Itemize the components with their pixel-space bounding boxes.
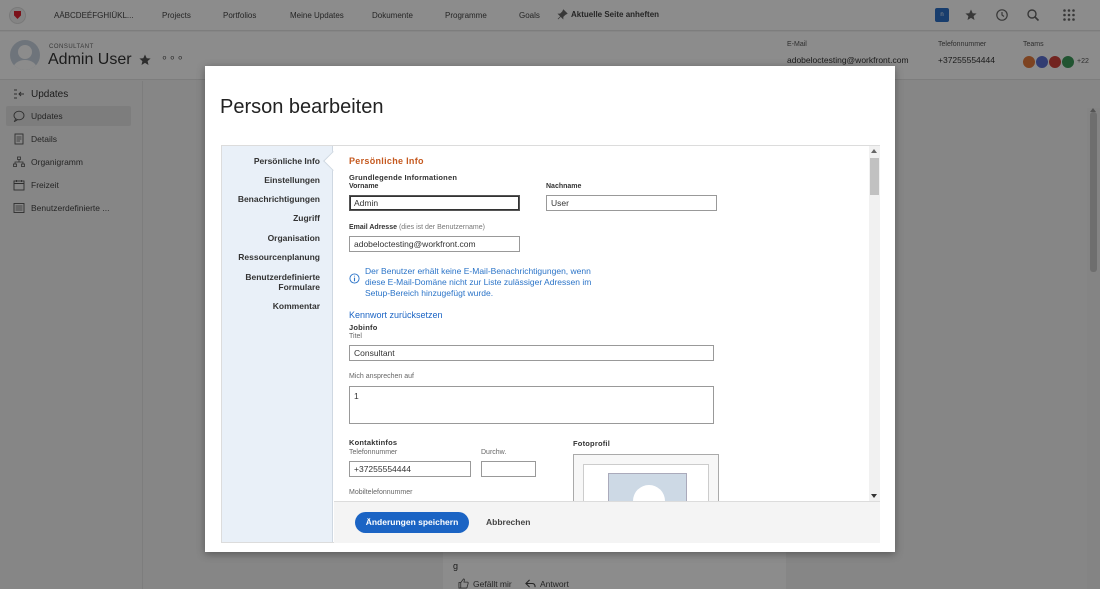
edit-person-dialog: Person bearbeiten Persönliche Info Einst… bbox=[205, 66, 895, 552]
form-scrollbar-thumb[interactable] bbox=[870, 158, 879, 195]
personal-info-form: Persönliche Info Grundlegende Informatio… bbox=[334, 146, 869, 501]
notice-line-2: diese E-Mail-Domäne nicht zur Liste zulä… bbox=[365, 277, 592, 287]
tab-access[interactable]: Zugriff bbox=[293, 213, 320, 223]
photo-label: Fotoprofil bbox=[573, 439, 610, 448]
email-label-text: Email Adresse bbox=[349, 224, 397, 231]
basic-info-heading: Grundlegende Informationen bbox=[349, 173, 458, 182]
email-domain-notice: Der Benutzer erhält keine E-Mail-Benachr… bbox=[349, 266, 591, 299]
tab-custom-forms[interactable]: Benutzerdefinierte Formulare bbox=[230, 272, 320, 292]
first-name-field[interactable] bbox=[349, 195, 520, 211]
tab-personal-info[interactable]: Persönliche Info bbox=[254, 156, 320, 166]
email-field[interactable] bbox=[349, 236, 520, 252]
extension-field[interactable] bbox=[481, 461, 536, 477]
avatar-placeholder-icon bbox=[608, 473, 687, 501]
phone-label: Telefonnummer bbox=[349, 449, 398, 456]
section-title: Persönliche Info bbox=[349, 156, 424, 166]
tab-organization[interactable]: Organisation bbox=[268, 233, 320, 243]
tab-comment[interactable]: Kommentar bbox=[273, 301, 320, 311]
mobile-label: Mobiltelefonnummer bbox=[349, 489, 413, 496]
jobinfo-heading: Jobinfo bbox=[349, 323, 378, 332]
dialog-footer: Änderungen speichern Abbrechen bbox=[334, 501, 880, 543]
cancel-button[interactable]: Abbrechen bbox=[486, 517, 530, 527]
photo-upload-area[interactable] bbox=[573, 454, 719, 501]
contact-heading: Kontaktinfos bbox=[349, 438, 398, 447]
first-name-label: Vorname bbox=[349, 183, 379, 190]
last-name-label: Nachname bbox=[546, 183, 582, 190]
tab-settings[interactable]: Einstellungen bbox=[264, 175, 320, 185]
notice-line-1: Der Benutzer erhält keine E-Mail-Benachr… bbox=[365, 266, 591, 276]
email-label: Email Adresse (dies ist der Benutzername… bbox=[349, 224, 485, 231]
phone-field[interactable] bbox=[349, 461, 471, 477]
dialog-title: Person bearbeiten bbox=[220, 96, 384, 118]
dialog-section-nav: Persönliche Info Einstellungen Benachric… bbox=[222, 146, 333, 542]
dialog-body: Persönliche Info Einstellungen Benachric… bbox=[221, 145, 880, 543]
save-changes-button[interactable]: Änderungen speichern bbox=[355, 512, 469, 533]
scroll-down-arrow-icon[interactable] bbox=[871, 494, 877, 498]
notice-line-3: Setup-Bereich hinzugefügt wurde. bbox=[365, 288, 494, 298]
address-field[interactable]: 1 bbox=[349, 386, 714, 424]
form-scrollbar[interactable] bbox=[869, 146, 880, 501]
reset-password-link[interactable]: Kennwort zurücksetzen bbox=[349, 310, 443, 320]
last-name-field[interactable] bbox=[546, 195, 717, 211]
job-title-label: Titel bbox=[349, 333, 362, 340]
email-hint: (dies ist der Benutzername) bbox=[398, 224, 485, 231]
job-title-field[interactable] bbox=[349, 345, 714, 361]
address-label: Mich ansprechen auf bbox=[349, 373, 414, 380]
scroll-up-arrow-icon[interactable] bbox=[871, 149, 877, 153]
tab-resource-planning[interactable]: Ressourcenplanung bbox=[238, 252, 320, 262]
photo-frame bbox=[583, 464, 709, 501]
tab-notifications[interactable]: Benachrichtigungen bbox=[238, 194, 320, 204]
info-icon bbox=[349, 273, 360, 284]
extension-label: Durchw. bbox=[481, 449, 507, 456]
